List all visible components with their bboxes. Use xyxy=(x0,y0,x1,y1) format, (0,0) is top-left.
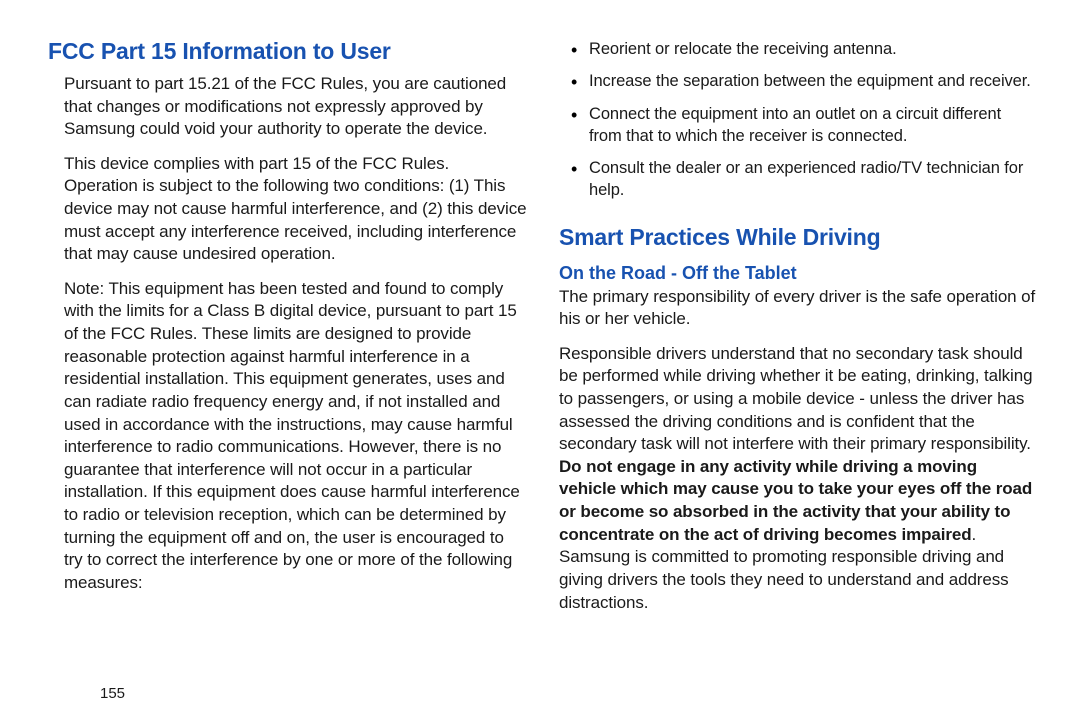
para-fcc-3: Note: This equipment has been tested and… xyxy=(48,278,527,595)
para-driving-1: The primary responsibility of every driv… xyxy=(559,286,1038,331)
para-driving-2: Responsible drivers understand that no s… xyxy=(559,343,1038,614)
para-driving-2a: Responsible drivers understand that no s… xyxy=(559,344,1032,453)
bullet-item: Consult the dealer or an experienced rad… xyxy=(559,157,1038,202)
para-fcc-2: This device complies with part 15 of the… xyxy=(48,153,527,266)
para-fcc-1: Pursuant to part 15.21 of the FCC Rules,… xyxy=(48,73,527,141)
para-driving-2b-bold: Do not engage in any activity while driv… xyxy=(559,457,1032,544)
bullet-item: Connect the equipment into an outlet on … xyxy=(559,103,1038,148)
page: FCC Part 15 Information to User Pursuant… xyxy=(0,0,1080,720)
page-number: 155 xyxy=(100,685,125,702)
heading-driving: Smart Practices While Driving xyxy=(559,224,1038,251)
left-column: FCC Part 15 Information to User Pursuant… xyxy=(48,38,527,700)
fcc-bullet-list: Reorient or relocate the receiving anten… xyxy=(559,38,1038,212)
bullet-item: Reorient or relocate the receiving anten… xyxy=(559,38,1038,60)
bullet-item: Increase the separation between the equi… xyxy=(559,70,1038,92)
heading-fcc: FCC Part 15 Information to User xyxy=(48,38,527,65)
right-column: Reorient or relocate the receiving anten… xyxy=(559,38,1038,700)
subheading-on-the-road: On the Road - Off the Tablet xyxy=(559,263,1038,284)
